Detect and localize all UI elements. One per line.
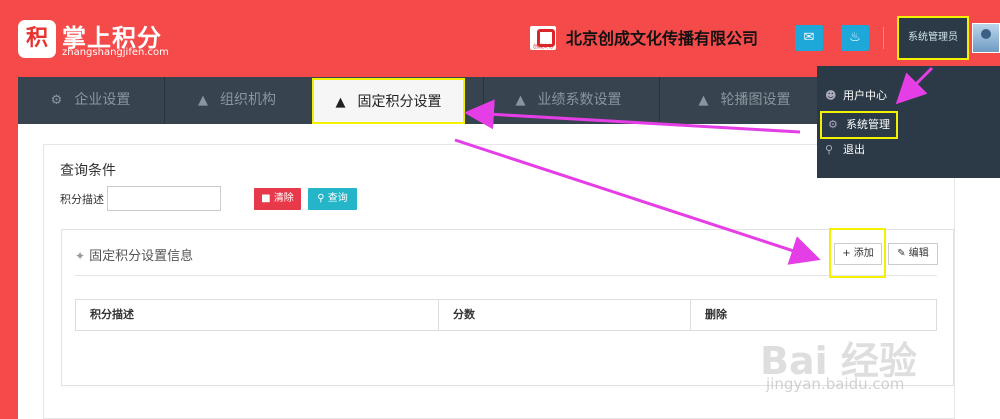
edit-button[interactable]: ✎ 编辑 [888,243,938,265]
column-header-score[interactable]: 分数 [439,300,691,330]
chat-icon: ✉ [803,30,815,45]
company-logo-text: 创成文化 [532,44,553,50]
menu-item-logout[interactable]: ⚲ 退出 [825,138,865,162]
top-header: 积 掌上积分 zhangshangjifen.com 创成文化 北京创成文化传播… [0,0,1000,75]
panel-title-text: 固定积分设置信息 [89,249,194,264]
plus-icon: + [842,248,851,259]
sitemap-icon: ▲ [698,93,709,108]
tab-organization[interactable]: ▲ 组织机构 [164,77,309,124]
tab-label: 组织机构 [220,92,276,108]
admin-dropdown-menu: ☻ 用户中心 ⚙ 系统管理 ⚲ 退出 [817,66,1000,178]
tab-fixed-points-settings[interactable]: ▲ 固定积分设置 [312,78,465,124]
trash-icon: ■ [261,193,271,204]
query-title: 查询条件 [60,163,116,179]
pencil-icon: ✎ [897,248,906,259]
notification-button[interactable]: ♨ [841,25,869,51]
key-icon: ⚲ [825,143,834,156]
logo-mark: 积 [18,20,56,58]
gear-icon: ⚙ [50,93,63,108]
add-button-label: 添加 [853,248,874,259]
message-button[interactable]: ✉ [795,25,823,51]
company-logo-icon: 创成文化 [530,26,556,50]
column-header-description[interactable]: 积分描述 [76,300,439,330]
pin-icon: ✦ [75,249,86,263]
menu-item-label: 用户中心 [843,89,887,102]
tab-label: 业绩系数设置 [537,92,622,108]
points-table: 积分描述 分数 删除 [75,299,937,331]
gear-icon: ⚙ [828,118,838,131]
edit-button-label: 编辑 [908,248,929,259]
points-description-input[interactable] [107,186,221,211]
sitemap-icon: ▲ [515,93,526,108]
menu-item-system-management[interactable]: ⚙ 系统管理 [820,111,898,139]
bell-icon: ♨ [849,30,861,45]
settings-tab-bar: ⚙ 企业设置 ▲ 组织机构 ▲ 固定积分设置 ▲ 业绩系数设置 ▲ 轮播图设置 [18,77,838,124]
query-button[interactable]: ⚲ 查询 [308,188,357,210]
header-divider [883,27,884,49]
tab-label: 企业设置 [74,92,131,108]
clear-button-label: 清除 [273,193,294,204]
sitemap-icon: ▲ [198,93,208,108]
column-header-delete[interactable]: 删除 [691,300,936,330]
search-icon: ⚲ [317,193,325,204]
menu-item-user-center[interactable]: ☻ 用户中心 [825,84,887,108]
panel-divider [75,275,937,276]
tab-carousel-settings[interactable]: ▲ 轮播图设置 [659,77,829,124]
admin-menu-button[interactable]: 系统管理员 [897,16,969,60]
points-description-label: 积分描述 [60,193,104,206]
tab-performance-coefficient[interactable]: ▲ 业绩系数设置 [483,77,653,124]
logo-subtitle: zhangshangjifen.com [62,47,169,58]
query-button-label: 查询 [327,193,348,204]
tab-company-settings[interactable]: ⚙ 企业设置 [18,77,163,124]
menu-item-label: 系统管理 [846,118,890,131]
panel-title: ✦ 固定积分设置信息 [75,245,193,264]
avatar[interactable] [972,23,1000,53]
menu-item-label: 退出 [843,143,865,156]
tab-label: 轮播图设置 [720,92,791,108]
clear-button[interactable]: ■ 清除 [254,188,301,210]
add-button[interactable]: + 添加 [834,243,882,265]
company-name: 北京创成文化传播有限公司 [566,29,759,48]
user-icon: ☻ [825,89,837,102]
sitemap-icon: ▲ [335,95,346,110]
watermark-url: jingyan.baidu.com [766,375,905,393]
tab-label: 固定积分设置 [357,94,442,110]
